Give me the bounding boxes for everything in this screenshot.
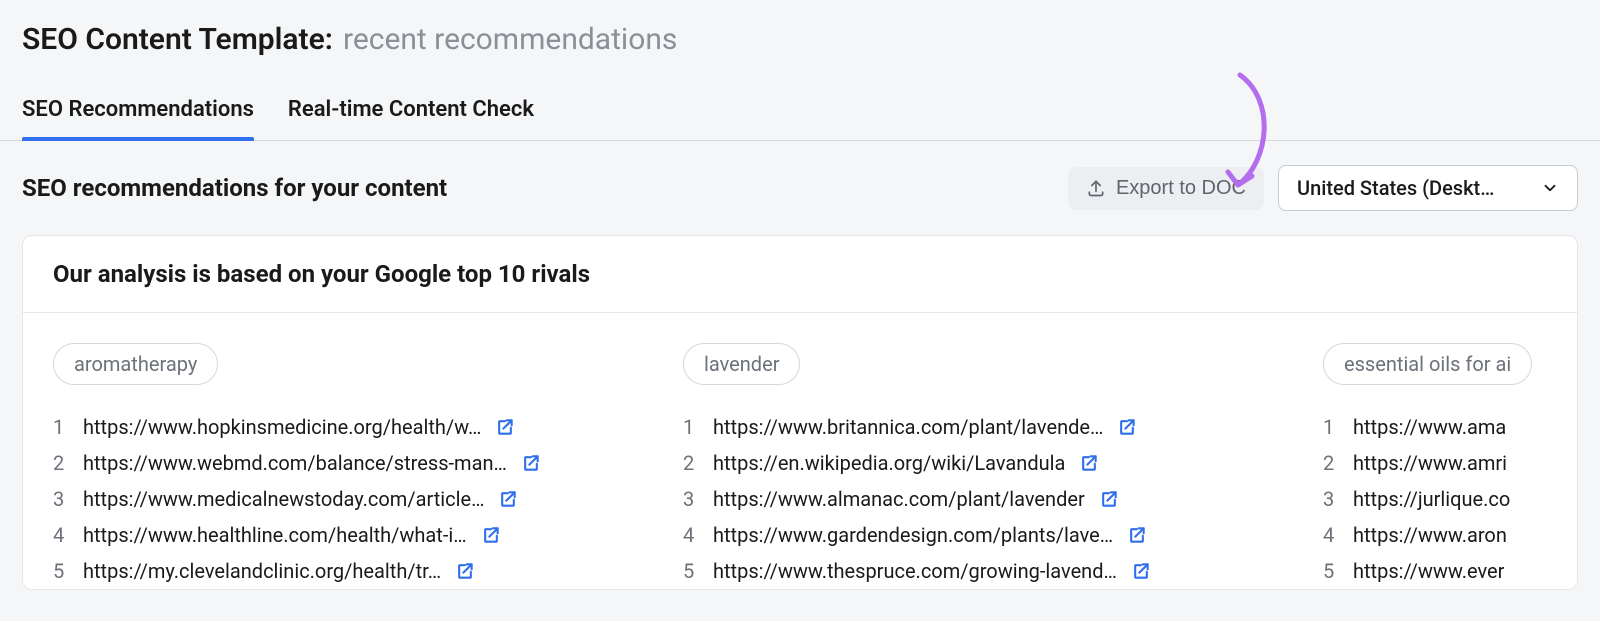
title-prefix: SEO Content Template: — [22, 22, 333, 57]
rival-column: essential oils for ai 1 https://www.ama 2 ht… — [1323, 343, 1577, 589]
region-select[interactable]: United States (Deskt… — [1278, 165, 1578, 211]
external-link-icon[interactable] — [1079, 453, 1099, 473]
tab-realtime-content-check[interactable]: Real-time Content Check — [288, 97, 534, 140]
external-link-icon[interactable] — [1131, 561, 1151, 581]
rival-url[interactable]: https://www.hopkinsmedicine.org/health/w… — [83, 415, 481, 439]
rival-row: 3 https://www.almanac.com/plant/lavender — [683, 481, 1273, 517]
external-link-icon[interactable] — [1099, 489, 1119, 509]
row-number: 2 — [683, 451, 699, 475]
row-number: 3 — [683, 487, 699, 511]
export-to-doc-button[interactable]: Export to DOC — [1068, 167, 1264, 210]
title-suffix: recent recommendations — [343, 22, 677, 57]
row-number: 5 — [683, 559, 699, 583]
tab-label: Real-time Content Check — [288, 97, 534, 122]
export-label: Export to DOC — [1116, 177, 1246, 200]
rival-row: 5 https://www.thespruce.com/growing-laven… — [683, 553, 1273, 589]
rival-row: 5 https://www.ever — [1323, 553, 1577, 589]
rival-url[interactable]: https://www.gardendesign.com/plants/lave… — [713, 523, 1113, 547]
page-title: SEO Content Template: recent recommendat… — [22, 22, 1578, 57]
row-number: 4 — [1323, 523, 1339, 547]
keyword-pill[interactable]: lavender — [683, 343, 800, 385]
external-link-icon[interactable] — [521, 453, 541, 473]
row-number: 4 — [683, 523, 699, 547]
rival-row: 4 https://www.healthline.com/health/what-… — [53, 517, 633, 553]
external-link-icon[interactable] — [495, 417, 515, 437]
rival-row: 3 https://jurlique.co — [1323, 481, 1577, 517]
rival-url[interactable]: https://en.wikipedia.org/wiki/Lavandula — [713, 451, 1065, 475]
row-number: 1 — [683, 415, 699, 439]
rival-row: 1 https://www.britannica.com/plant/lavend… — [683, 409, 1273, 445]
rival-url[interactable]: https://www.aron — [1353, 523, 1507, 547]
external-link-icon[interactable] — [1117, 417, 1137, 437]
chevron-down-icon — [1541, 179, 1559, 197]
section-title: SEO recommendations for your content — [22, 174, 447, 202]
rival-url[interactable]: https://www.webmd.com/balance/stress-man… — [83, 451, 507, 475]
rival-row: 4 https://www.gardendesign.com/plants/lav… — [683, 517, 1273, 553]
external-link-icon[interactable] — [498, 489, 518, 509]
rival-column: lavender 1 https://www.britannica.com/plan… — [683, 343, 1273, 589]
rival-row: 2 https://www.amri — [1323, 445, 1577, 481]
rival-row: 5 https://my.clevelandclinic.org/health/t… — [53, 553, 633, 589]
row-number: 4 — [53, 523, 69, 547]
rival-url[interactable]: https://www.ama — [1353, 415, 1506, 439]
row-number: 3 — [1323, 487, 1339, 511]
rival-column: aromatherapy 1 https://www.hopkinsmedicine… — [53, 343, 633, 589]
rival-url[interactable]: https://www.healthline.com/health/what-i… — [83, 523, 467, 547]
rival-row: 3 https://www.medicalnewstoday.com/articl… — [53, 481, 633, 517]
row-number: 1 — [53, 415, 69, 439]
rival-url[interactable]: https://www.ever — [1353, 559, 1504, 583]
external-link-icon[interactable] — [481, 525, 501, 545]
rivals-card: Our analysis is based on your Google top… — [22, 235, 1578, 590]
row-number: 5 — [53, 559, 69, 583]
tab-seo-recommendations[interactable]: SEO Recommendations — [22, 97, 254, 140]
rival-row: 4 https://www.aron — [1323, 517, 1577, 553]
rival-url[interactable]: https://www.amri — [1353, 451, 1507, 475]
rival-row: 1 https://www.ama — [1323, 409, 1577, 445]
tabs-bar: SEO Recommendations Real-time Content Ch… — [0, 97, 1600, 141]
rival-url[interactable]: https://my.clevelandclinic.org/health/tr… — [83, 559, 441, 583]
rival-url[interactable]: https://jurlique.co — [1353, 487, 1510, 511]
rival-row: 2 https://en.wikipedia.org/wiki/Lavandula — [683, 445, 1273, 481]
rival-row: 2 https://www.webmd.com/balance/stress-ma… — [53, 445, 633, 481]
rival-url[interactable]: https://www.thespruce.com/growing-lavend… — [713, 559, 1117, 583]
region-label: United States (Deskt… — [1297, 176, 1494, 200]
row-number: 3 — [53, 487, 69, 511]
row-number: 2 — [1323, 451, 1339, 475]
external-link-icon[interactable] — [455, 561, 475, 581]
upload-icon — [1086, 178, 1106, 198]
tab-label: SEO Recommendations — [22, 97, 254, 122]
rival-url[interactable]: https://www.britannica.com/plant/lavende… — [713, 415, 1103, 439]
row-number: 2 — [53, 451, 69, 475]
row-number: 5 — [1323, 559, 1339, 583]
rival-url[interactable]: https://www.medicalnewstoday.com/article… — [83, 487, 484, 511]
keyword-pill[interactable]: essential oils for ai — [1323, 343, 1532, 385]
rival-url[interactable]: https://www.almanac.com/plant/lavender — [713, 487, 1085, 511]
row-number: 1 — [1323, 415, 1339, 439]
external-link-icon[interactable] — [1127, 525, 1147, 545]
rival-row: 1 https://www.hopkinsmedicine.org/health/… — [53, 409, 633, 445]
card-title: Our analysis is based on your Google top… — [23, 236, 1577, 313]
keyword-pill[interactable]: aromatherapy — [53, 343, 218, 385]
